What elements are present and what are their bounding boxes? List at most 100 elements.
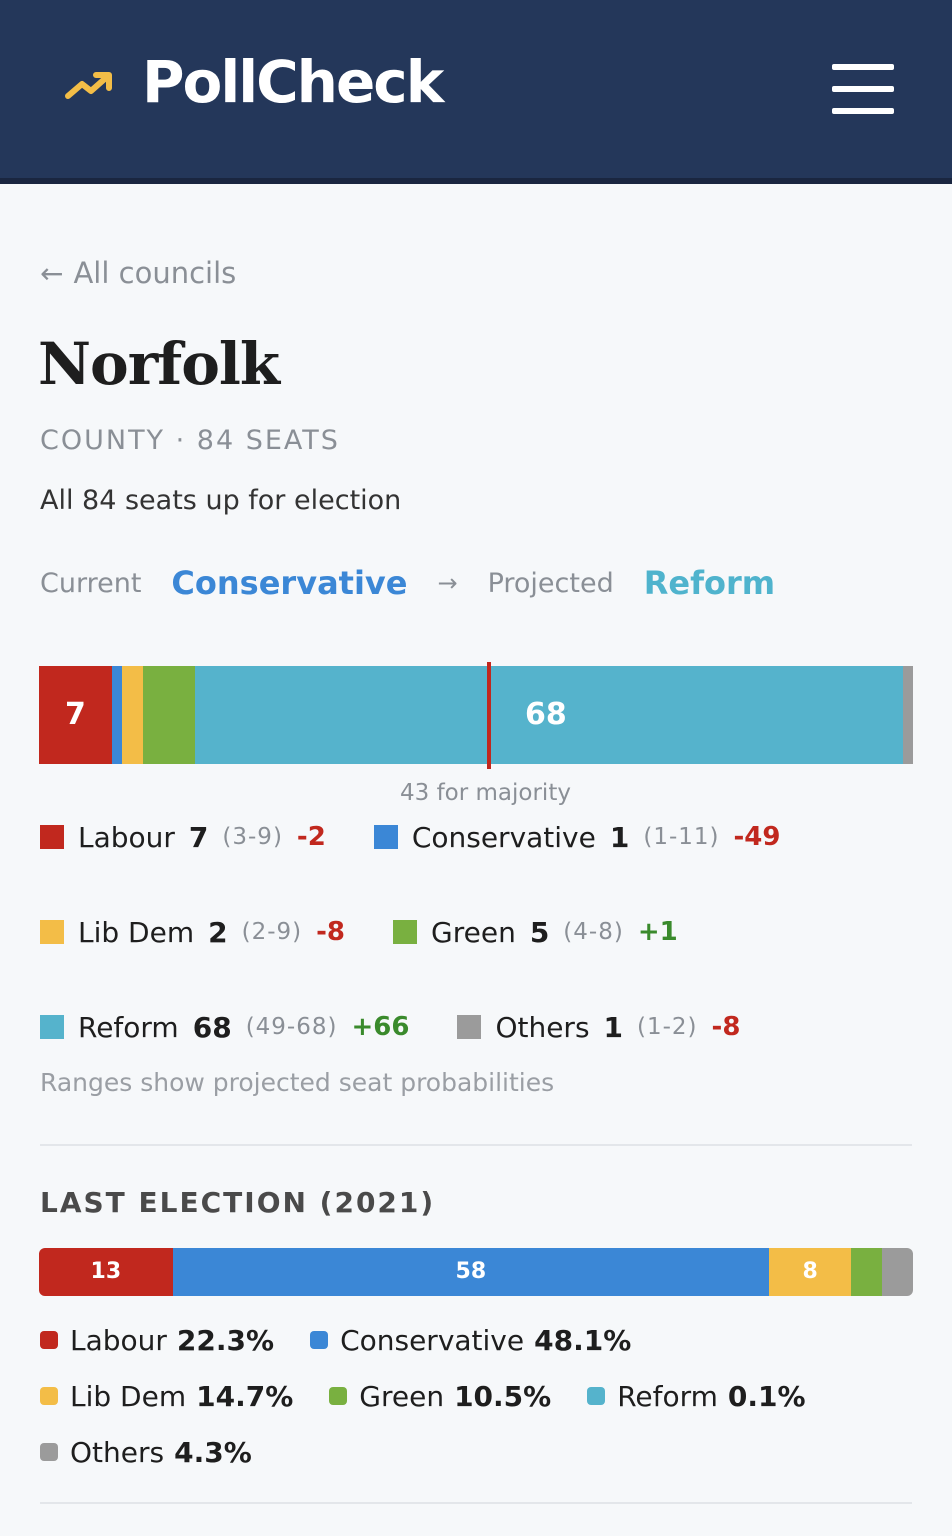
legend-party-name: Labour bbox=[78, 820, 175, 854]
libdem-swatch bbox=[40, 920, 64, 944]
legend-change: +66 bbox=[351, 1012, 410, 1042]
legend-seats: 68 bbox=[192, 1010, 232, 1044]
projected-party: Reform bbox=[643, 564, 776, 602]
legend-party-name: Reform bbox=[78, 1010, 179, 1044]
projected-label: Projected bbox=[487, 567, 614, 599]
page-title: Norfolk bbox=[38, 330, 280, 398]
legend-item-others: Others 1 (1-2) -8 bbox=[457, 1011, 740, 1044]
legend-seats: 1 bbox=[609, 820, 630, 854]
legend-party-name: Green bbox=[431, 915, 516, 949]
legend-change: +1 bbox=[637, 917, 678, 947]
hamburger-menu-icon[interactable] bbox=[832, 62, 894, 116]
bar-segment-green bbox=[851, 1248, 883, 1296]
ranges-note: Ranges show projected seat probabilities bbox=[40, 1068, 555, 1097]
share-party-name: Reform bbox=[617, 1379, 718, 1413]
back-link[interactable]: ← All councils bbox=[40, 256, 236, 290]
bar-label-conservative: 58 bbox=[455, 1259, 487, 1284]
legend-row: Reform 68 (49-68) +66 Others 1 (1-2) -8 bbox=[40, 1007, 788, 1047]
app-header: PollCheck bbox=[0, 0, 952, 184]
reform-dot bbox=[587, 1387, 606, 1405]
legend-seats: 7 bbox=[188, 820, 209, 854]
share-percent: 48.1% bbox=[534, 1323, 632, 1357]
share-party-name: Conservative bbox=[340, 1323, 525, 1357]
current-label: Current bbox=[40, 567, 142, 599]
council-description: All 84 seats up for election bbox=[40, 485, 402, 516]
others-dot bbox=[40, 1443, 58, 1461]
legend-range: (4-8) bbox=[563, 919, 624, 945]
bar-segment-others bbox=[902, 666, 913, 764]
brand-name[interactable]: PollCheck bbox=[142, 48, 444, 116]
control-status: Current Conservative → Projected Reform bbox=[40, 560, 805, 606]
share-party-name: Lib Dem bbox=[70, 1379, 187, 1413]
bar-segment-conservative bbox=[111, 666, 123, 764]
back-link-label: All councils bbox=[73, 256, 237, 290]
legend-row: Labour 7 (3-9) -2 Conservative 1 (1-11) … bbox=[40, 817, 828, 857]
legend-seats: 5 bbox=[529, 915, 550, 949]
conservative-swatch bbox=[373, 825, 398, 849]
share-party-name: Labour bbox=[70, 1323, 167, 1357]
trending-up-icon bbox=[65, 72, 112, 99]
legend-range: (2-9) bbox=[241, 919, 303, 945]
legend-party-name: Conservative bbox=[411, 820, 596, 854]
last-election-seats-bar: 13 58 8 bbox=[39, 1248, 913, 1296]
labour-dot bbox=[40, 1331, 58, 1349]
legend-seats: 1 bbox=[603, 1010, 624, 1044]
last-election-heading: LAST ELECTION (2021) bbox=[40, 1186, 436, 1219]
labour-swatch bbox=[40, 825, 64, 849]
share-item-libdem: Lib Dem 14.7% bbox=[40, 1380, 293, 1413]
share-percent: 4.3% bbox=[174, 1435, 252, 1469]
legend-item-green: Green 5 (4-8) +1 bbox=[393, 916, 678, 949]
share-percent: 14.7% bbox=[196, 1379, 294, 1413]
legend-item-labour: Labour 7 (3-9) -2 bbox=[40, 821, 326, 854]
majority-line bbox=[487, 662, 491, 769]
reform-swatch bbox=[40, 1015, 64, 1039]
bar-label-labour: 7 bbox=[65, 697, 86, 732]
share-row: Others 4.3% bbox=[40, 1432, 288, 1472]
bar-label-libdem: 8 bbox=[802, 1259, 818, 1284]
share-item-labour: Labour 22.3% bbox=[40, 1324, 274, 1357]
legend-change: -8 bbox=[316, 917, 346, 947]
bar-segment-green bbox=[143, 666, 196, 764]
council-subtitle: COUNTY · 84 SEATS bbox=[40, 425, 340, 456]
conservative-dot bbox=[310, 1331, 329, 1349]
legend-item-libdem: Lib Dem 2 (2-9) -8 bbox=[40, 916, 345, 949]
legend-item-conservative: Conservative 1 (1-11) -49 bbox=[373, 820, 781, 854]
share-row: Labour 22.3% Conservative 48.1% bbox=[40, 1320, 667, 1360]
current-party: Conservative bbox=[171, 564, 408, 602]
share-percent: 0.1% bbox=[727, 1379, 806, 1413]
share-party-name: Green bbox=[359, 1379, 445, 1413]
legend-range: (1-2) bbox=[637, 1014, 698, 1040]
legend-change: -8 bbox=[711, 1012, 741, 1042]
share-percent: 22.3% bbox=[176, 1323, 275, 1357]
share-item-others: Others 4.3% bbox=[40, 1436, 252, 1469]
arrow-left-icon: ← bbox=[40, 257, 64, 290]
legend-party-name: Lib Dem bbox=[78, 915, 195, 949]
legend-seats: 2 bbox=[208, 915, 228, 949]
legend-row: Lib Dem 2 (2-9) -8 Green 5 (4-8) +1 bbox=[40, 912, 726, 952]
projected-seats-bar: 7 68 bbox=[39, 666, 913, 764]
legend-change: -2 bbox=[296, 822, 326, 852]
legend-range: (1-11) bbox=[643, 824, 720, 850]
bar-segment-others bbox=[882, 1248, 913, 1296]
share-percent: 10.5% bbox=[454, 1379, 552, 1413]
majority-label: 43 for majority bbox=[400, 780, 571, 806]
green-dot bbox=[329, 1387, 348, 1405]
legend-change: -49 bbox=[733, 822, 781, 852]
libdem-dot bbox=[40, 1387, 58, 1405]
share-item-green: Green 10.5% bbox=[329, 1380, 551, 1413]
arrow-right-icon: → bbox=[437, 569, 458, 597]
bar-label-reform: 68 bbox=[525, 697, 567, 732]
share-item-reform: Reform 0.1% bbox=[587, 1379, 806, 1413]
legend-party-name: Others bbox=[495, 1010, 590, 1044]
legend-range: (49-68) bbox=[245, 1014, 338, 1040]
divider bbox=[40, 1502, 912, 1504]
share-party-name: Others bbox=[70, 1435, 165, 1469]
green-swatch bbox=[393, 920, 418, 944]
share-item-conservative: Conservative 48.1% bbox=[310, 1324, 631, 1357]
bar-segment-libdem bbox=[122, 666, 144, 764]
bar-label-labour: 13 bbox=[90, 1259, 122, 1284]
others-swatch bbox=[457, 1015, 482, 1039]
legend-range: (3-9) bbox=[222, 824, 283, 850]
legend-item-reform: Reform 68 (49-68) +66 bbox=[40, 1011, 409, 1044]
divider bbox=[40, 1144, 912, 1146]
